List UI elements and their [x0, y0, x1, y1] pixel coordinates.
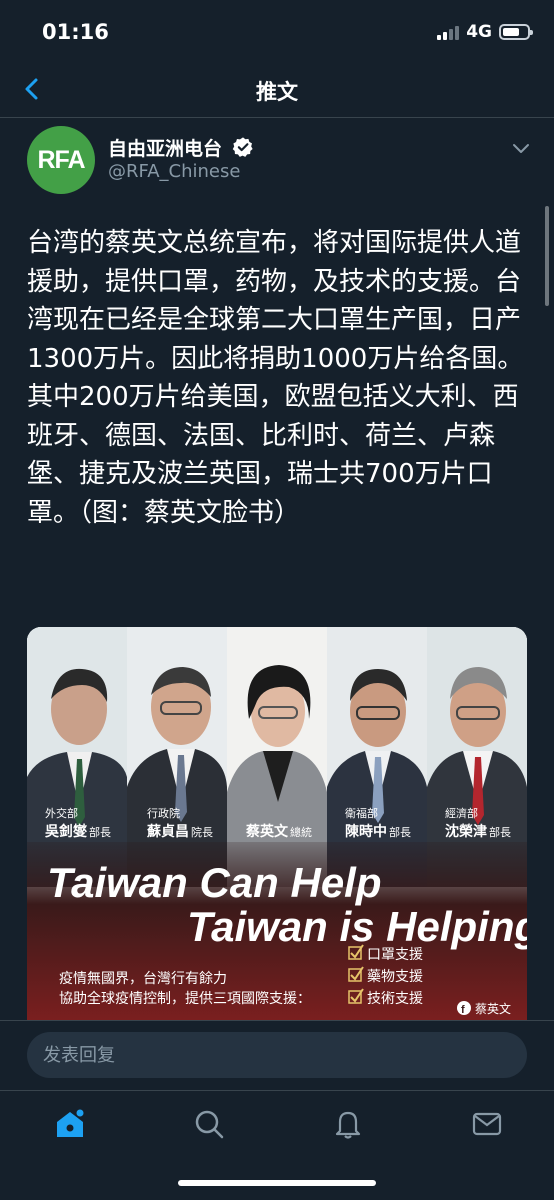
verified-badge-icon	[232, 137, 253, 157]
person-title: 總統	[290, 825, 312, 839]
poster-headline-1: Taiwan Can Help	[47, 859, 382, 906]
user-handle[interactable]: @RFA_Chinese	[108, 161, 240, 182]
reply-input[interactable]	[27, 1032, 527, 1078]
person-dept: 外交部	[45, 806, 78, 820]
tweet-image[interactable]: 外交部 吳釗燮 部長 行政院 蘇貞昌 院長 蔡英文 總統 衛福部 陳時中 部長 …	[27, 627, 527, 1020]
bell-icon[interactable]	[331, 1107, 365, 1141]
signal-icon	[437, 24, 460, 40]
scrollbar[interactable]	[545, 206, 549, 306]
status-time: 01:16	[42, 20, 109, 44]
nav-header: 推文	[0, 64, 554, 118]
person-dept: 經濟部	[445, 806, 478, 820]
person-title: 部長	[389, 825, 411, 839]
avatar-text: RFA	[37, 145, 86, 174]
display-name[interactable]: 自由亚洲电台	[108, 134, 222, 161]
person-name: 陳時中	[345, 823, 387, 840]
mail-icon[interactable]	[470, 1107, 504, 1141]
poster-headline-2: Taiwan is Helping	[187, 903, 527, 950]
poster-caption-1: 疫情無國界，台灣行有餘力	[59, 970, 227, 987]
person-dept: 行政院	[147, 806, 180, 820]
poster-credit: 蔡英文	[475, 1001, 511, 1016]
screen: 01:16 4G 推文 RFA 自由亚洲电台 @RFA_Chinese 台湾的蔡…	[0, 0, 554, 1200]
status-indicators: 4G	[437, 22, 533, 42]
network-label: 4G	[466, 22, 492, 42]
person-name: 吳釗燮	[45, 823, 87, 840]
battery-icon	[499, 24, 533, 40]
avatar[interactable]: RFA	[27, 126, 95, 194]
home-indicator[interactable]	[178, 1180, 376, 1186]
person-name: 蔡英文	[245, 823, 289, 840]
home-icon[interactable]	[53, 1107, 87, 1141]
checklist-item: 口罩支援	[367, 947, 423, 963]
checklist-item: 技術支援	[367, 991, 423, 1007]
person-title: 部長	[489, 825, 511, 839]
tweet-text: 台湾的蔡英文总统宣布，将对国际提供人道援助，提供口罩，药物，及技术的支援。台湾现…	[27, 228, 524, 528]
person-title: 部長	[89, 825, 111, 839]
search-icon[interactable]	[192, 1107, 226, 1141]
campaign-poster: 外交部 吳釗燮 部長 行政院 蘇貞昌 院長 蔡英文 總統 衛福部 陳時中 部長 …	[27, 627, 527, 1020]
page-title: 推文	[256, 80, 298, 104]
person-name: 蘇貞昌	[146, 823, 189, 840]
person-name: 沈榮津	[445, 823, 487, 840]
status-bar: 01:16 4G	[0, 0, 554, 64]
chevron-down-icon[interactable]	[511, 138, 531, 158]
poster-caption-2: 協助全球疫情控制，提供三項國際支援：	[59, 990, 311, 1007]
person-dept: 衛福部	[345, 806, 378, 820]
svg-text:f: f	[461, 1004, 465, 1016]
checklist-item: 藥物支援	[367, 969, 423, 985]
person-title: 院長	[191, 825, 213, 839]
